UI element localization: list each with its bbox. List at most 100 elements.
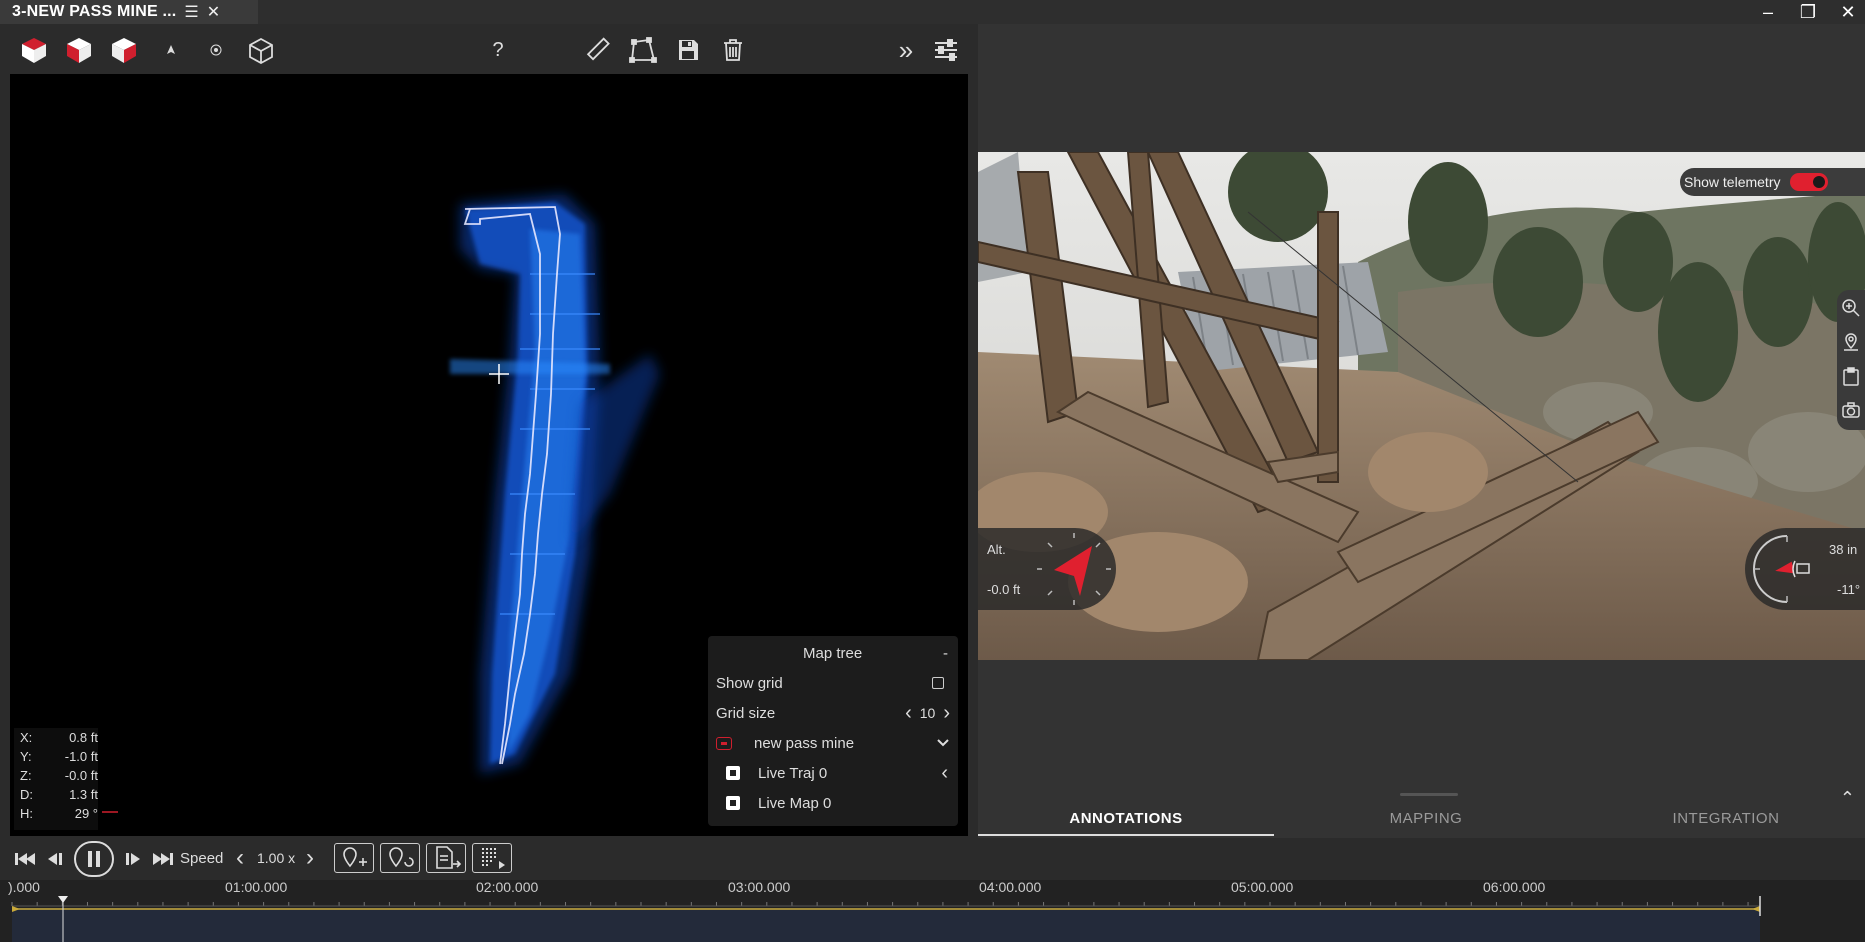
pitch-gauge: 38 in -11°	[1745, 528, 1865, 610]
tab-integration[interactable]: INTEGRATION	[1578, 810, 1865, 827]
live-map-checkbox[interactable]	[726, 796, 740, 810]
speed-increase-icon[interactable]: ›	[306, 844, 314, 872]
map-toolbar: ? »	[10, 28, 968, 72]
3d-view-cube-icon[interactable]	[245, 34, 277, 66]
polygon-area-icon[interactable]	[627, 34, 659, 66]
close-window-button[interactable]: ✕	[1828, 0, 1865, 24]
tab-mapping[interactable]: MAPPING	[1278, 810, 1574, 827]
list-icon[interactable]: ☰	[184, 2, 198, 22]
camera-angle-icon	[1792, 560, 1810, 578]
video-side-toolbar	[1837, 290, 1865, 430]
zoom-in-icon[interactable]	[1841, 298, 1861, 323]
grid-size-increase-icon[interactable]: ›	[943, 702, 950, 725]
y-label: Y:	[20, 749, 32, 764]
timeline[interactable]: ).000 01:00.000 02:00.000 03:00.000 04:0…	[0, 879, 1865, 942]
grid-size-decrease-icon[interactable]: ‹	[905, 702, 912, 725]
close-tab-icon[interactable]: ✕	[207, 2, 220, 22]
show-telemetry-toggle[interactable]	[1790, 173, 1829, 191]
add-marker-icon	[343, 847, 367, 868]
h-value: 29 °	[74, 806, 98, 821]
altitude-value: -0.0 ft	[987, 582, 1021, 597]
show-grid-label: Show grid	[716, 674, 783, 692]
map-tree-panel: Map tree - Show grid Grid size ‹ 10 › ne…	[708, 636, 958, 826]
map-tree-title: Map tree	[803, 644, 863, 662]
timeline-track	[11, 896, 1761, 942]
pitch-arrow-icon	[1775, 561, 1794, 574]
step-back-icon[interactable]	[44, 846, 66, 872]
live-traj-checkbox[interactable]	[726, 766, 740, 780]
compass-dial	[1037, 533, 1111, 605]
project-tab-title: 3-NEW PASS MINE ...	[12, 3, 177, 20]
title-bar	[0, 0, 1865, 24]
project-tab[interactable]: 3-NEW PASS MINE ... ☰ ✕	[0, 0, 258, 24]
view-top-cube-icon[interactable]	[18, 34, 50, 66]
timeline-label: 05:00.000	[1231, 879, 1294, 895]
grid-size-label: Grid size	[716, 704, 776, 722]
panel-tabs-bar: ⌃ ANNOTATIONS MAPPING INTEGRATION	[978, 788, 1865, 838]
add-annotation-button[interactable]	[334, 843, 374, 873]
show-grid-checkbox[interactable]	[932, 677, 944, 689]
speed-label: Speed	[180, 850, 224, 867]
show-telemetry-label: Show telemetry	[1684, 174, 1781, 190]
measure-ruler-icon[interactable]	[582, 34, 614, 66]
save-icon[interactable]	[672, 34, 704, 66]
pause-icon	[88, 851, 100, 867]
export-document-button[interactable]	[426, 843, 466, 873]
coordinates-readout: X: 0.8 ft Y: -1.0 ft Z: -0.0 ft D: 1.3 ft H:…	[14, 728, 98, 830]
resize-handle[interactable]	[1400, 793, 1458, 796]
z-label: Z:	[20, 768, 32, 783]
expand-chevrons-icon[interactable]: »	[890, 34, 922, 66]
timeline-label: 06:00.000	[1483, 879, 1546, 895]
skip-to-start-icon[interactable]	[12, 846, 40, 872]
pitch-value: -11°	[1837, 582, 1861, 597]
distance-value: 38 in	[1829, 542, 1858, 557]
north-arrow-icon[interactable]	[155, 34, 187, 66]
live-traj-name[interactable]: Live Traj 0	[758, 765, 827, 782]
timeline-label: 02:00.000	[476, 879, 539, 895]
pitch-dial	[1753, 535, 1810, 603]
minimize-button[interactable]: ‒	[1748, 0, 1788, 24]
rotate-annotation-button[interactable]	[380, 843, 420, 873]
timeline-label: 04:00.000	[979, 879, 1042, 895]
delete-trash-icon[interactable]	[717, 34, 749, 66]
center-target-icon[interactable]	[200, 34, 232, 66]
map-tree-collapse-button[interactable]: -	[943, 645, 948, 662]
playhead-marker[interactable]	[58, 896, 68, 903]
d-value: 1.3 ft	[69, 787, 98, 802]
camera-icon[interactable]	[1841, 400, 1861, 425]
layer-name[interactable]: new pass mine	[754, 735, 854, 752]
layer-expand-chevron-icon[interactable]	[936, 735, 950, 752]
x-label: X:	[20, 730, 33, 745]
location-pin-icon[interactable]	[1841, 332, 1861, 357]
restore-button[interactable]: ❐	[1788, 0, 1828, 24]
document-export-icon	[436, 846, 462, 869]
pause-button[interactable]	[74, 841, 114, 877]
layer-visibility-toggle[interactable]	[716, 736, 732, 750]
live-traj-chevron-icon[interactable]: ‹	[941, 762, 948, 785]
step-forward-icon[interactable]	[122, 846, 144, 872]
tab-annotations[interactable]: ANNOTATIONS	[978, 810, 1274, 836]
altitude-gauge: Alt. -0.0 ft	[978, 528, 1116, 610]
heading-arrow-icon	[1054, 546, 1092, 596]
view-front-cube-icon[interactable]	[63, 34, 95, 66]
live-map-name[interactable]: Live Map 0	[758, 795, 831, 812]
marker-rotate-icon	[389, 847, 414, 868]
export-grid-button[interactable]	[472, 843, 512, 873]
timeline-label: 01:00.000	[225, 879, 288, 895]
z-value: -0.0 ft	[64, 768, 98, 783]
timeline-label: 03:00.000	[728, 879, 791, 895]
altitude-label: Alt.	[987, 542, 1006, 557]
speed-decrease-icon[interactable]: ‹	[236, 844, 244, 872]
settings-sliders-icon[interactable]	[930, 34, 962, 66]
view-side-cube-icon[interactable]	[108, 34, 140, 66]
y-value: -1.0 ft	[64, 749, 98, 764]
expand-panel-chevron-icon[interactable]: ⌃	[1840, 788, 1855, 809]
show-telemetry-control[interactable]: Show telemetry	[1680, 168, 1865, 196]
x-value: 0.8 ft	[69, 730, 98, 745]
skip-to-end-icon[interactable]	[148, 846, 176, 872]
playback-controls: Speed ‹ 1.00 x ›	[0, 838, 1865, 880]
timeline-label: ).000	[8, 879, 40, 895]
grid-size-value: 10	[919, 705, 936, 721]
help-button[interactable]: ?	[482, 34, 514, 66]
clipboard-icon[interactable]	[1841, 366, 1861, 391]
